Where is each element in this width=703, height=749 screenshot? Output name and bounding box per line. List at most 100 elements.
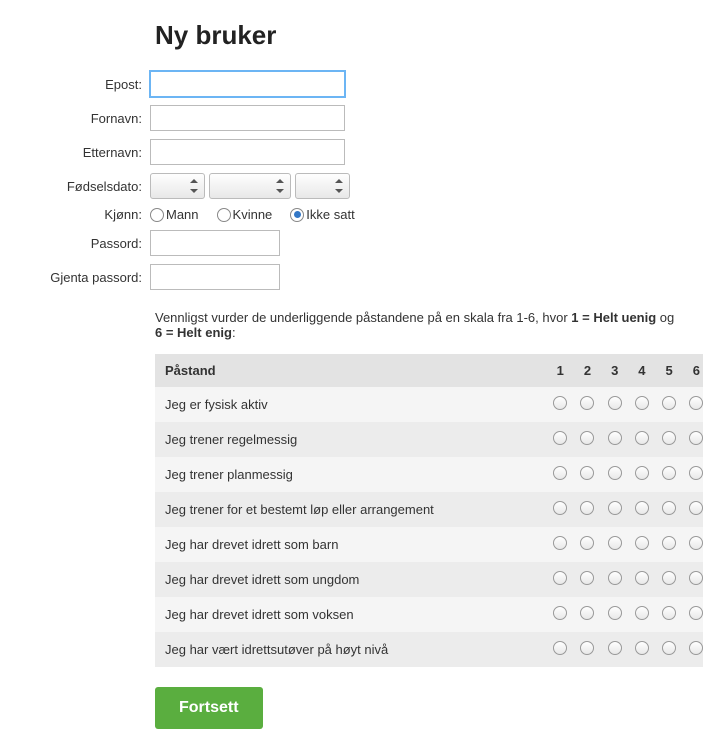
- survey-radio[interactable]: [580, 431, 594, 445]
- survey-radio[interactable]: [553, 571, 567, 585]
- survey-radio[interactable]: [662, 536, 676, 550]
- survey-header-6: 6: [683, 354, 703, 387]
- survey-statement: Jeg har drevet idrett som barn: [155, 527, 547, 562]
- survey-radio[interactable]: [608, 396, 622, 410]
- survey-radio[interactable]: [662, 501, 676, 515]
- survey-header-3: 3: [601, 354, 628, 387]
- survey-radio[interactable]: [580, 641, 594, 655]
- page-title: Ny bruker: [155, 20, 683, 51]
- survey-radio[interactable]: [580, 396, 594, 410]
- gender-label: Kjønn:: [40, 207, 150, 222]
- gender-radio-male[interactable]: [150, 208, 164, 222]
- chevron-updown-icon: [276, 179, 284, 193]
- survey-row: Jeg er fysisk aktiv: [155, 387, 703, 422]
- survey-radio[interactable]: [553, 501, 567, 515]
- survey-radio[interactable]: [662, 606, 676, 620]
- survey-header-5: 5: [656, 354, 683, 387]
- survey-table: Påstand 1 2 3 4 5 6 Jeg er fysisk aktivJ…: [155, 354, 703, 667]
- lastname-label: Etternavn:: [40, 145, 150, 160]
- survey-statement: Jeg har vært idrettsutøver på høyt nivå: [155, 632, 547, 667]
- survey-radio[interactable]: [689, 641, 703, 655]
- survey-header-4: 4: [628, 354, 655, 387]
- email-label: Epost:: [40, 77, 150, 92]
- survey-radio[interactable]: [553, 431, 567, 445]
- survey-radio[interactable]: [635, 606, 649, 620]
- survey-radio[interactable]: [662, 466, 676, 480]
- survey-radio[interactable]: [635, 641, 649, 655]
- email-field[interactable]: [150, 71, 345, 97]
- survey-radio[interactable]: [635, 396, 649, 410]
- survey-radio[interactable]: [608, 466, 622, 480]
- repeat-password-field[interactable]: [150, 264, 280, 290]
- gender-radio-unset[interactable]: [290, 208, 304, 222]
- survey-radio[interactable]: [689, 536, 703, 550]
- survey-statement: Jeg trener planmessig: [155, 457, 547, 492]
- survey-radio[interactable]: [608, 501, 622, 515]
- survey-radio[interactable]: [635, 571, 649, 585]
- survey-row: Jeg trener regelmessig: [155, 422, 703, 457]
- survey-radio[interactable]: [580, 466, 594, 480]
- survey-radio[interactable]: [580, 571, 594, 585]
- survey-radio[interactable]: [662, 396, 676, 410]
- password-label: Passord:: [40, 236, 150, 251]
- survey-statement: Jeg er fysisk aktiv: [155, 387, 547, 422]
- gender-male-label: Mann: [166, 207, 199, 222]
- password-field[interactable]: [150, 230, 280, 256]
- survey-header-statement: Påstand: [155, 354, 547, 387]
- survey-radio[interactable]: [689, 501, 703, 515]
- survey-radio[interactable]: [580, 501, 594, 515]
- survey-radio[interactable]: [635, 536, 649, 550]
- survey-statement: Jeg trener regelmessig: [155, 422, 547, 457]
- chevron-updown-icon: [190, 179, 198, 193]
- survey-header-2: 2: [574, 354, 601, 387]
- survey-radio[interactable]: [553, 396, 567, 410]
- survey-radio[interactable]: [635, 431, 649, 445]
- continue-button[interactable]: Fortsett: [155, 687, 263, 729]
- survey-radio[interactable]: [553, 466, 567, 480]
- survey-radio[interactable]: [662, 641, 676, 655]
- chevron-updown-icon: [335, 179, 343, 193]
- gender-unset-label: Ikke satt: [306, 207, 354, 222]
- survey-radio[interactable]: [689, 466, 703, 480]
- survey-radio[interactable]: [608, 571, 622, 585]
- survey-radio[interactable]: [635, 501, 649, 515]
- survey-header-1: 1: [547, 354, 574, 387]
- survey-row: Jeg har drevet idrett som voksen: [155, 597, 703, 632]
- survey-statement: Jeg trener for et bestemt løp eller arra…: [155, 492, 547, 527]
- repeat-password-label: Gjenta passord:: [40, 270, 150, 285]
- survey-row: Jeg har drevet idrett som ungdom: [155, 562, 703, 597]
- survey-radio[interactable]: [662, 571, 676, 585]
- survey-row: Jeg har drevet idrett som barn: [155, 527, 703, 562]
- gender-radio-group: Mann Kvinne Ikke satt: [150, 207, 355, 222]
- survey-row: Jeg har vært idrettsutøver på høyt nivå: [155, 632, 703, 667]
- survey-radio[interactable]: [689, 571, 703, 585]
- birthdate-day-select[interactable]: [150, 173, 205, 199]
- survey-radio[interactable]: [635, 466, 649, 480]
- survey-radio[interactable]: [608, 431, 622, 445]
- gender-female-label: Kvinne: [233, 207, 273, 222]
- survey-statement: Jeg har drevet idrett som voksen: [155, 597, 547, 632]
- firstname-label: Fornavn:: [40, 111, 150, 126]
- survey-radio[interactable]: [553, 536, 567, 550]
- lastname-field[interactable]: [150, 139, 345, 165]
- survey-radio[interactable]: [608, 606, 622, 620]
- gender-radio-female[interactable]: [217, 208, 231, 222]
- survey-radio[interactable]: [580, 536, 594, 550]
- survey-statement: Jeg har drevet idrett som ungdom: [155, 562, 547, 597]
- survey-radio[interactable]: [608, 641, 622, 655]
- survey-radio[interactable]: [608, 536, 622, 550]
- survey-radio[interactable]: [580, 606, 594, 620]
- survey-radio[interactable]: [689, 431, 703, 445]
- survey-row: Jeg trener planmessig: [155, 457, 703, 492]
- survey-radio[interactable]: [553, 641, 567, 655]
- birthdate-year-select[interactable]: [295, 173, 350, 199]
- survey-radio[interactable]: [662, 431, 676, 445]
- survey-radio[interactable]: [689, 396, 703, 410]
- survey-radio[interactable]: [689, 606, 703, 620]
- survey-radio[interactable]: [553, 606, 567, 620]
- firstname-field[interactable]: [150, 105, 345, 131]
- birthdate-month-select[interactable]: [209, 173, 291, 199]
- survey-row: Jeg trener for et bestemt løp eller arra…: [155, 492, 703, 527]
- birthdate-label: Fødselsdato:: [40, 179, 150, 194]
- survey-instructions: Vennligst vurder de underliggende påstan…: [155, 310, 683, 340]
